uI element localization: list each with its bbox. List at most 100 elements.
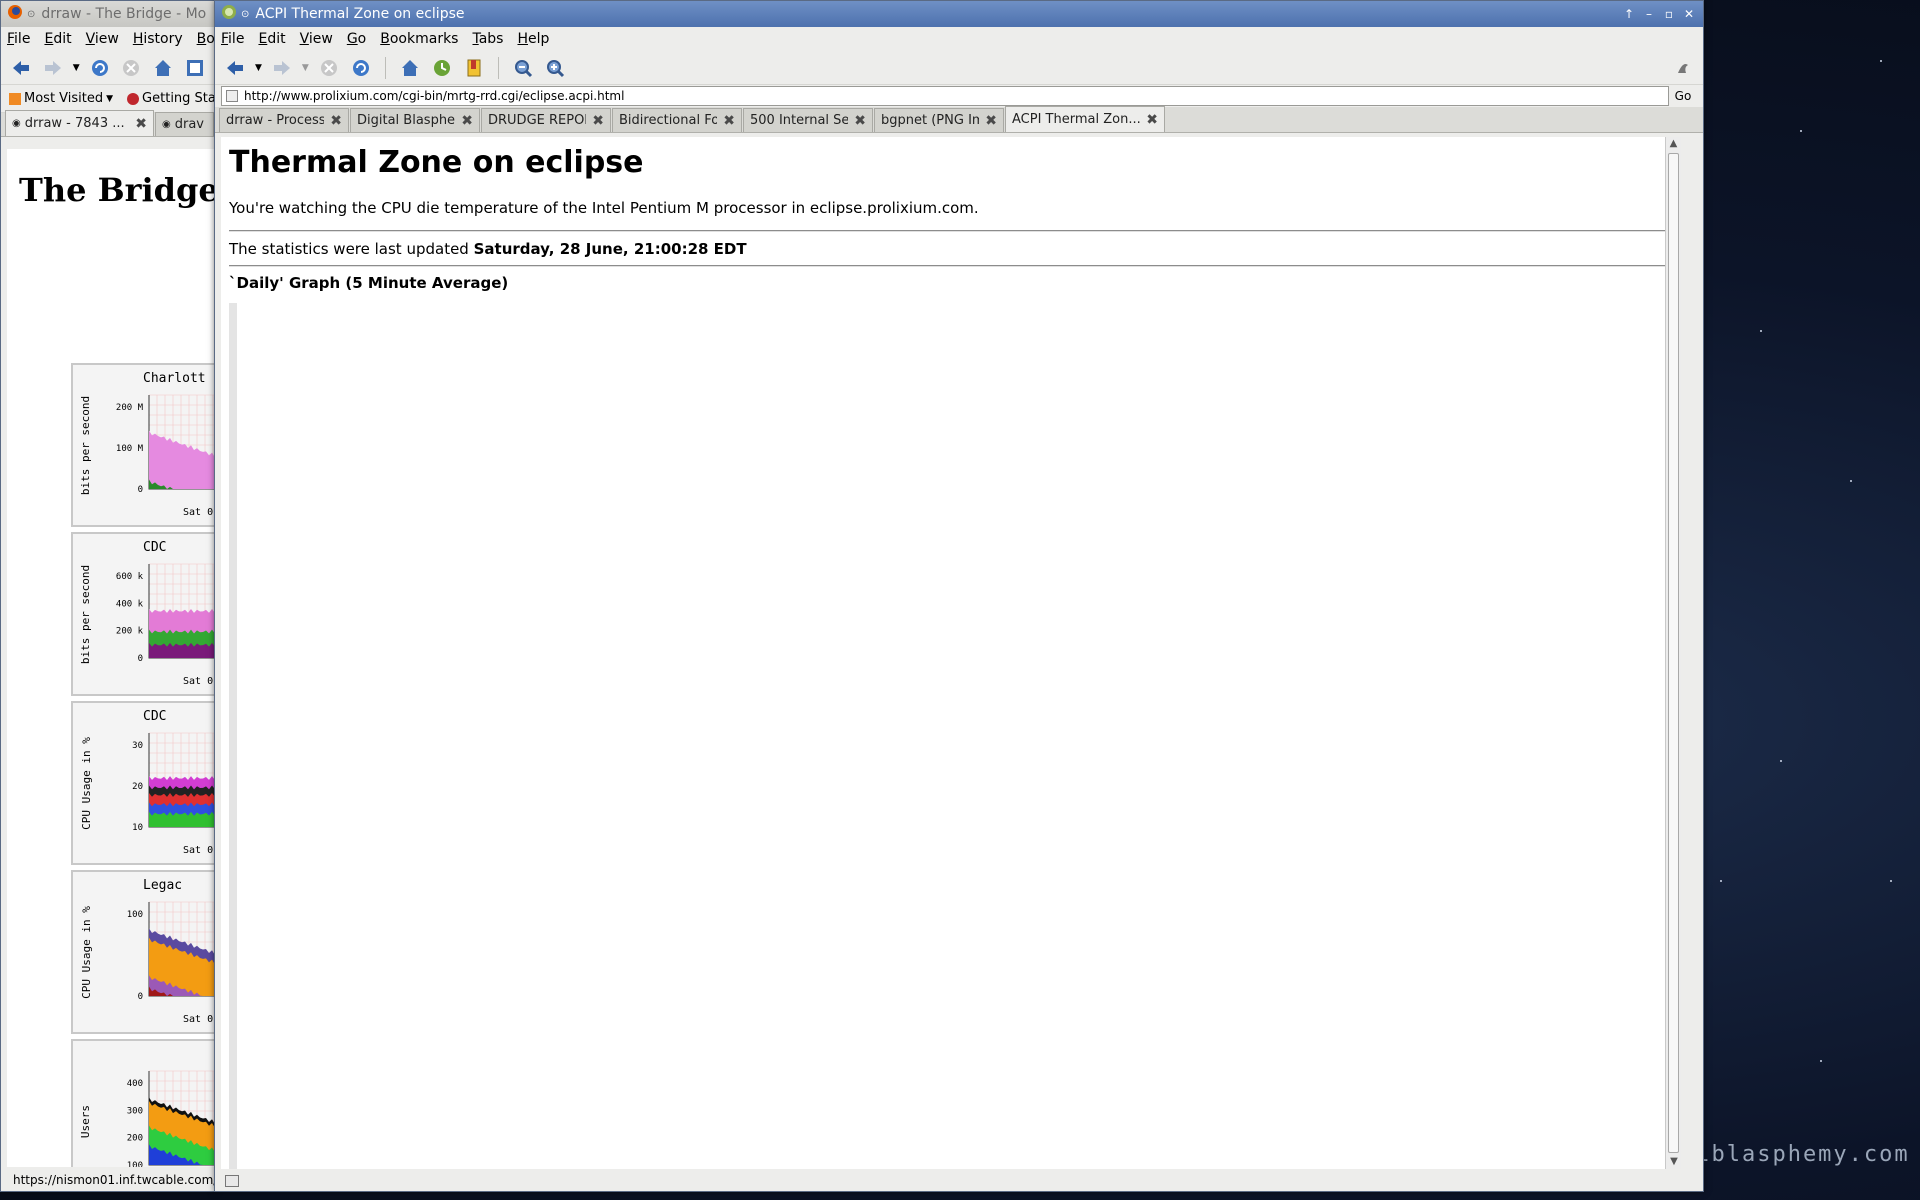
last-updated-line: The statistics were last updated Saturda… xyxy=(229,240,747,258)
graph-tick-label: 600 k xyxy=(116,572,144,582)
back-window-titlebar[interactable]: ⊙ drraw - The Bridge - Mo xyxy=(1,1,215,27)
back-tab-strip: ◉ drraw - 7843 ... ✖ ◉ drav xyxy=(1,110,215,137)
back-page-heading: The Bridge xyxy=(19,171,215,209)
front-menubar: File Edit View Go Bookmarks Tabs Help xyxy=(215,27,1703,51)
graph-tick-label: 10 xyxy=(132,823,143,833)
graph-plot: 30 20 10 xyxy=(132,732,215,833)
graph-tick-label: 400 xyxy=(127,1079,143,1089)
traffic-graph-panel: CDC bits per second 600 k 400 k 200 k 0 Sat 0 xyxy=(71,532,215,696)
traffic-graph-panel: Users 400 300 200 100 xyxy=(71,1039,215,1167)
forward-history-dropdown-icon[interactable]: ▼ xyxy=(302,63,309,73)
security-lock-icon[interactable] xyxy=(225,1175,239,1187)
menu-view[interactable]: View xyxy=(300,31,333,47)
close-icon[interactable]: ✖ xyxy=(979,113,997,129)
forward-arrow-icon[interactable] xyxy=(41,56,65,80)
menu-edit[interactable]: Edit xyxy=(258,31,285,47)
close-icon[interactable]: ✖ xyxy=(1140,112,1158,128)
window-menu-icon[interactable]: ⊙ xyxy=(241,9,249,20)
graph-tick-label: 0 xyxy=(138,654,143,664)
browser-tab[interactable]: DRUDGE REPORT 2...✖ xyxy=(481,108,611,132)
history-dropdown-icon[interactable]: ▼ xyxy=(73,63,80,73)
close-icon[interactable]: ✖ xyxy=(848,113,866,129)
front-nav-toolbar: ▼ ▼ xyxy=(215,51,1703,85)
browser-tab[interactable]: bgpnet (PNG Imag...✖ xyxy=(874,108,1004,132)
browser-tab[interactable]: Bidirectional Forw...✖ xyxy=(612,108,742,132)
graph-y-axis-label: bits per second xyxy=(79,564,93,664)
close-icon[interactable]: ✕ xyxy=(1681,6,1697,22)
most-visited-bookmark[interactable]: Most Visited ▼ xyxy=(9,91,113,106)
back-tab[interactable]: ◉ drav xyxy=(155,112,214,136)
reload-icon[interactable] xyxy=(349,56,373,80)
front-tab-strip: drraw - Processor ...✖Digital Blasphemy:… xyxy=(215,106,1703,133)
zoom-in-icon[interactable] xyxy=(543,56,567,80)
stop-icon[interactable] xyxy=(119,56,143,80)
getting-started-bookmark[interactable]: Getting Star xyxy=(127,91,221,106)
menu-tabs[interactable]: Tabs xyxy=(472,31,503,47)
menu-file[interactable]: File xyxy=(221,31,244,47)
star xyxy=(1850,480,1852,482)
history-icon[interactable] xyxy=(430,56,454,80)
back-menu-edit[interactable]: Edit xyxy=(44,31,71,47)
close-icon[interactable]: ✖ xyxy=(324,113,342,129)
tab-favicon-icon: ◉ xyxy=(162,119,171,130)
graph-y-axis-label: CPU Usage in % xyxy=(79,736,93,830)
graph-x-axis-label: Sat 0 xyxy=(183,1014,214,1025)
graph-plot: 200 M 100 M 0 xyxy=(116,394,215,495)
star xyxy=(1800,130,1802,132)
maximize-icon[interactable]: ▫ xyxy=(1661,6,1677,22)
browser-tab[interactable]: Digital Blasphemy:...✖ xyxy=(350,108,480,132)
browser-tab[interactable]: drraw - Processor ...✖ xyxy=(219,108,349,132)
forward-arrow-icon[interactable] xyxy=(270,56,294,80)
window-menu-icon[interactable]: ⊙ xyxy=(27,9,35,20)
back-menu-history[interactable]: History xyxy=(133,31,183,47)
go-button[interactable]: Go xyxy=(1669,89,1697,103)
tab-label: DRUDGE REPORT 2... xyxy=(488,113,586,128)
menu-bookmarks[interactable]: Bookmarks xyxy=(380,31,458,47)
bookmarks-icon[interactable] xyxy=(462,56,486,80)
star xyxy=(1760,330,1762,332)
back-menu-view[interactable]: View xyxy=(86,31,119,47)
shade-icon[interactable]: ↑ xyxy=(1621,6,1637,22)
back-arrow-icon[interactable] xyxy=(9,56,33,80)
zoom-out-icon[interactable] xyxy=(511,56,535,80)
graph-plot: 400 300 200 100 xyxy=(127,1070,215,1167)
menu-help[interactable]: Help xyxy=(517,31,549,47)
browser-tab[interactable]: 500 Internal Serve...✖ xyxy=(743,108,873,132)
reload-icon[interactable] xyxy=(88,56,112,80)
graph-y-axis-label: CPU Usage in % xyxy=(79,905,93,999)
graph-plot: 100 0 xyxy=(127,901,215,1002)
browser-tab[interactable]: ACPI Thermal Zon... ✖ xyxy=(1005,106,1165,132)
scroll-down-icon[interactable]: ▼ xyxy=(1666,1155,1681,1169)
graph-plot: 600 k 400 k 200 k 0 xyxy=(116,563,215,664)
close-icon[interactable]: ✖ xyxy=(586,113,604,129)
toolbar-separator xyxy=(497,56,499,79)
vertical-scrollbar[interactable]: ▲ ▼ xyxy=(1665,137,1681,1169)
graph-heading: `Daily' Graph (5 Minute Average) xyxy=(229,274,509,292)
bookmark-favicon-icon xyxy=(127,92,140,105)
back-tab[interactable]: ◉ drraw - 7843 ... ✖ xyxy=(5,110,154,136)
scrollbar-thumb[interactable] xyxy=(1668,153,1679,1153)
page-title: Thermal Zone on eclipse xyxy=(229,145,644,180)
tab-label: drraw - Processor ... xyxy=(226,113,324,128)
home-icon[interactable] xyxy=(151,56,175,80)
close-icon[interactable]: ✖ xyxy=(129,116,147,132)
back-browser-window[interactable]: ⊙ drraw - The Bridge - Mo File Edit View… xyxy=(0,0,231,1192)
divider xyxy=(229,265,1675,267)
url-input[interactable]: http://www.prolixium.com/cgi-bin/mrtg-rr… xyxy=(221,86,1669,106)
stop-icon[interactable] xyxy=(317,56,341,80)
menu-go[interactable]: Go xyxy=(347,31,366,47)
graph-tick-label: 300 xyxy=(127,1106,143,1116)
back-history-dropdown-icon[interactable]: ▼ xyxy=(255,63,262,73)
graph-tick-label: 30 xyxy=(132,741,143,751)
minimize-icon[interactable]: – xyxy=(1641,6,1657,22)
front-browser-window[interactable]: ⊙ ACPI Thermal Zone on eclipse ↑ – ▫ ✕ F… xyxy=(214,0,1704,1192)
close-icon[interactable]: ✖ xyxy=(717,113,735,129)
front-window-titlebar[interactable]: ⊙ ACPI Thermal Zone on eclipse ↑ – ▫ ✕ xyxy=(215,1,1703,27)
home-icon[interactable] xyxy=(398,56,422,80)
back-window-title: drraw - The Bridge - Mo xyxy=(41,6,207,22)
scroll-up-icon[interactable]: ▲ xyxy=(1666,137,1681,151)
site-icon[interactable] xyxy=(183,56,207,80)
back-arrow-icon[interactable] xyxy=(223,56,247,80)
close-icon[interactable]: ✖ xyxy=(455,113,473,129)
back-menu-file[interactable]: File xyxy=(7,31,30,47)
